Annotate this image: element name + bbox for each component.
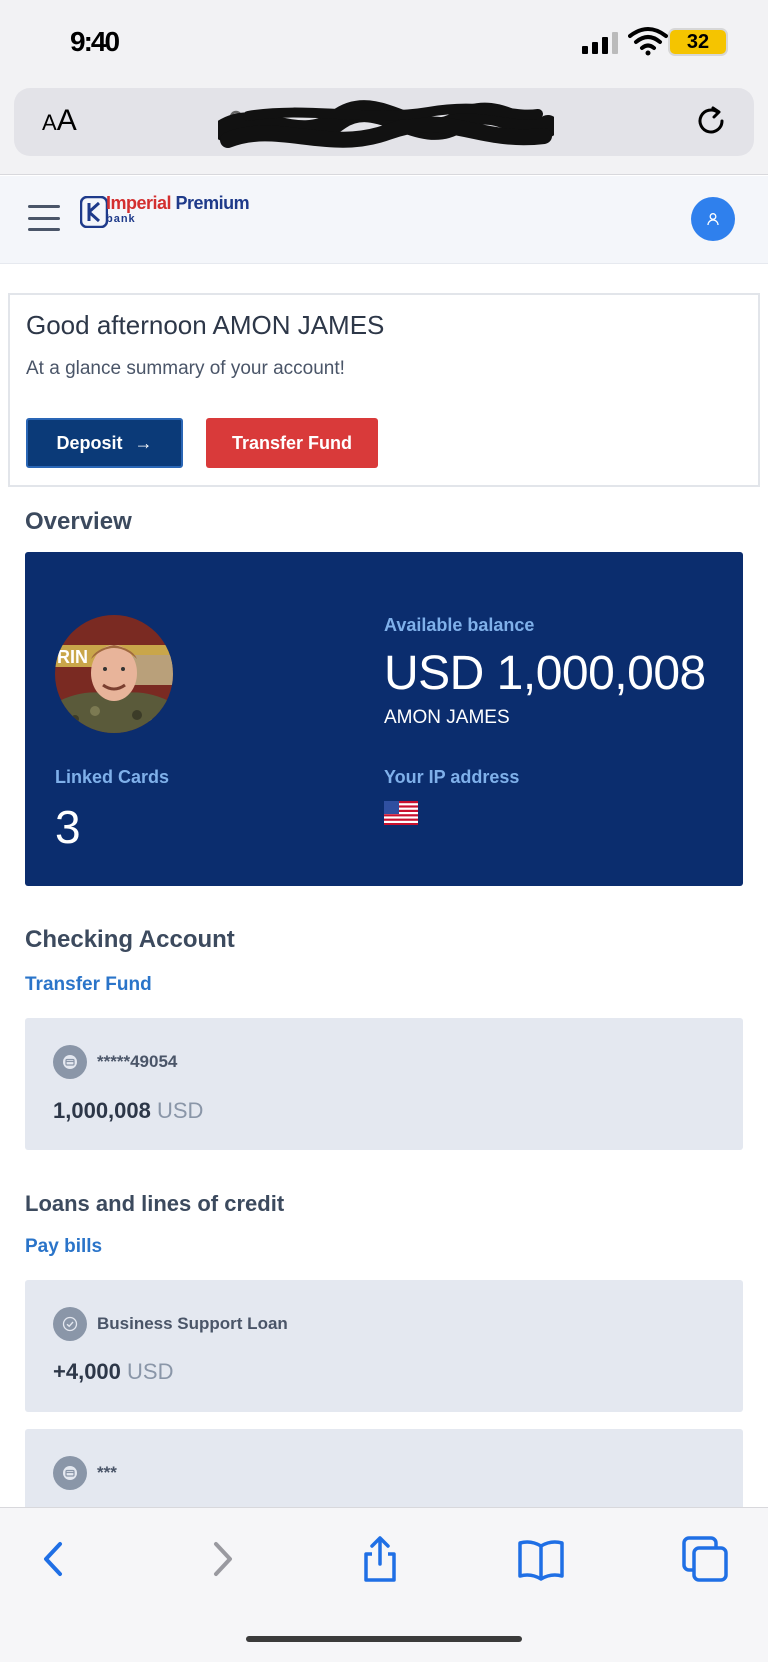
credit-line-label: ***: [97, 1463, 117, 1482]
arrow-right-icon: →: [134, 432, 153, 453]
card-icon: [53, 1045, 87, 1079]
status-time: 9:40: [70, 26, 120, 57]
url-redaction-scribble: [218, 100, 554, 148]
forward-icon[interactable]: [196, 1534, 246, 1584]
deposit-button-label: Deposit: [56, 432, 123, 453]
checking-account-amount: 1,000,008 USD: [53, 1098, 204, 1123]
available-balance-value: USD 1,000,008: [384, 647, 706, 700]
greeting-title: Good afternoon AMON JAMES: [26, 310, 385, 340]
checking-account-heading: Checking Account: [25, 926, 235, 953]
tabs-icon[interactable]: [680, 1534, 730, 1584]
deposit-button[interactable]: Deposit →: [26, 418, 183, 468]
overview-heading: Overview: [25, 508, 132, 535]
home-indicator: [246, 1636, 522, 1642]
loan-label: Business Support Loan: [97, 1314, 288, 1333]
bank-logo-name: Imperial Premium: [106, 193, 250, 213]
checking-transfer-fund-link[interactable]: Transfer Fund: [25, 974, 152, 996]
account-holder-name: AMON JAMES: [384, 707, 510, 728]
profile-button[interactable]: [691, 197, 735, 241]
transfer-fund-button[interactable]: Transfer Fund: [206, 418, 378, 468]
greeting-subtitle: At a glance summary of your account!: [26, 358, 345, 379]
cellular-signal-icon: [582, 30, 622, 54]
back-icon[interactable]: [30, 1534, 80, 1584]
share-icon[interactable]: [355, 1534, 405, 1584]
credit-line-card[interactable]: [25, 1429, 743, 1519]
reload-icon[interactable]: [692, 102, 730, 140]
check-circle-icon: [53, 1307, 87, 1341]
loan-amount: +4,000 USD: [53, 1359, 174, 1384]
checking-account-number: *****49054: [97, 1052, 178, 1071]
ip-address-label: Your IP address: [384, 767, 520, 787]
us-flag-icon: [384, 801, 418, 825]
profile-photo: RIN: [55, 615, 173, 733]
wifi-icon: [628, 27, 668, 56]
svg-text:RIN: RIN: [57, 647, 88, 667]
linked-cards-label: Linked Cards: [55, 767, 170, 787]
card-icon: [53, 1456, 87, 1490]
loan-card[interactable]: [25, 1280, 743, 1412]
checking-account-card[interactable]: [25, 1018, 743, 1150]
linked-cards-count: 3: [55, 801, 81, 853]
loans-heading: Loans and lines of credit: [25, 1191, 285, 1216]
text-size-button[interactable]: AA: [42, 104, 77, 138]
bookmarks-icon[interactable]: [516, 1534, 566, 1584]
pay-bills-link[interactable]: Pay bills: [25, 1236, 102, 1258]
menu-icon[interactable]: [28, 205, 60, 231]
available-balance-label: Available balance: [384, 615, 535, 635]
bank-logo-mark-icon: [80, 196, 108, 228]
battery-indicator: 32: [668, 28, 728, 56]
user-icon: [707, 213, 719, 226]
bank-logo-subtitle: bank: [106, 213, 136, 225]
